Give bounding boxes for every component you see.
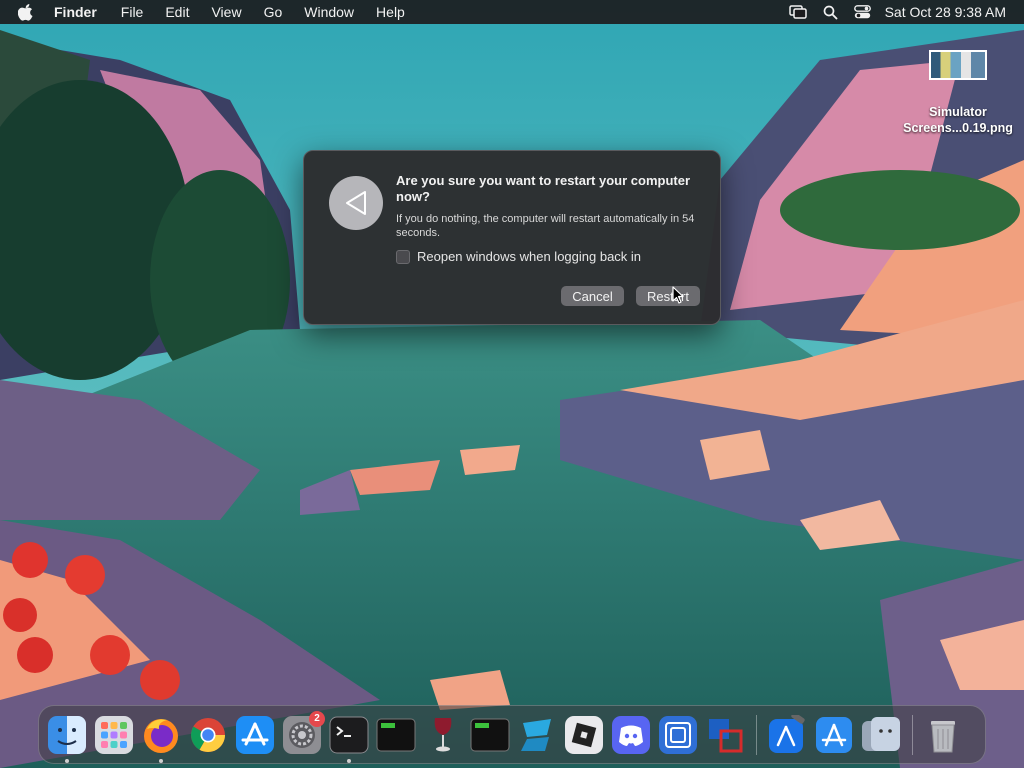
desktop-file-label-line1: Simulator — [929, 105, 987, 119]
desktop-file-icon[interactable]: Simulator Screens...0.19.png — [902, 50, 1014, 136]
dock-terminal-icon[interactable] — [329, 715, 369, 763]
restart-triangle-icon — [329, 176, 383, 230]
apple-menu-icon[interactable] — [18, 3, 34, 21]
menu-edit[interactable]: Edit — [165, 4, 189, 20]
dock-app-store-icon[interactable] — [235, 715, 275, 755]
screen-mirroring-icon[interactable] — [788, 5, 807, 19]
dock-roblox-icon[interactable] — [564, 715, 604, 755]
dialog-title: Are you sure you want to restart your co… — [396, 173, 691, 204]
dock-firefox-icon[interactable] — [141, 715, 181, 763]
dock-separator — [756, 714, 757, 755]
dock-xcode-icon[interactable] — [814, 715, 854, 755]
dock-discord-icon[interactable] — [611, 715, 651, 755]
dock-finder-icon[interactable] — [47, 715, 87, 763]
dock-exec-icon[interactable] — [470, 715, 510, 755]
reopen-windows-checkbox[interactable] — [396, 249, 410, 264]
running-indicator — [347, 758, 351, 763]
running-indicator — [65, 758, 69, 763]
reopen-windows-label: Reopen windows when logging back in — [417, 249, 642, 264]
status-area: Sat Oct 28 9:38 AM — [773, 0, 1006, 24]
menu-window[interactable]: Window — [304, 4, 354, 20]
dock-system-settings-icon[interactable]: 2 — [282, 710, 325, 755]
running-indicator — [159, 758, 163, 763]
mouse-pointer-icon — [672, 286, 684, 309]
settings-badge: 2 — [309, 710, 325, 727]
menu-help[interactable]: Help — [376, 4, 405, 20]
menu-bar: Finder File Edit View Go Window Help Sat… — [0, 0, 1024, 24]
dialog-message: If you do nothing, the computer will res… — [396, 213, 695, 239]
reopen-windows-row[interactable]: Reopen windows when logging back in — [396, 249, 641, 264]
restart-button[interactable]: Restart — [636, 286, 700, 306]
dock-app-icon[interactable] — [517, 715, 557, 755]
dock-finder-icon[interactable] — [861, 715, 901, 755]
image-thumbnail-icon — [929, 50, 987, 80]
restart-dialog: Are you sure you want to restart your co… — [303, 150, 721, 325]
dock-launchpad-icon[interactable] — [94, 715, 134, 755]
dock-virtualbox-icon[interactable] — [705, 715, 745, 755]
desktop-file-label-line2: Screens...0.19.png — [903, 121, 1013, 135]
dock-separator — [912, 714, 913, 755]
menu-go[interactable]: Go — [264, 4, 283, 20]
dock-trash-icon[interactable] — [923, 715, 963, 755]
dock-wine-icon[interactable] — [423, 715, 463, 755]
control-center-icon[interactable] — [853, 5, 871, 19]
dock-xcode-icon[interactable] — [767, 714, 807, 755]
menu-file[interactable]: File — [121, 4, 144, 20]
cancel-button[interactable]: Cancel — [561, 286, 624, 306]
menu-view[interactable]: View — [211, 4, 241, 20]
menu-clock[interactable]: Sat Oct 28 9:38 AM — [885, 4, 1006, 20]
dock-app-icon[interactable] — [658, 715, 698, 755]
dock: 2 — [38, 705, 986, 764]
spotlight-search-icon[interactable] — [823, 5, 838, 20]
dock-chrome-icon[interactable] — [188, 715, 228, 755]
dock-exec-icon[interactable] — [376, 715, 416, 755]
desktop-wallpaper — [0, 0, 1024, 768]
menu-app-name[interactable]: Finder — [54, 4, 97, 20]
